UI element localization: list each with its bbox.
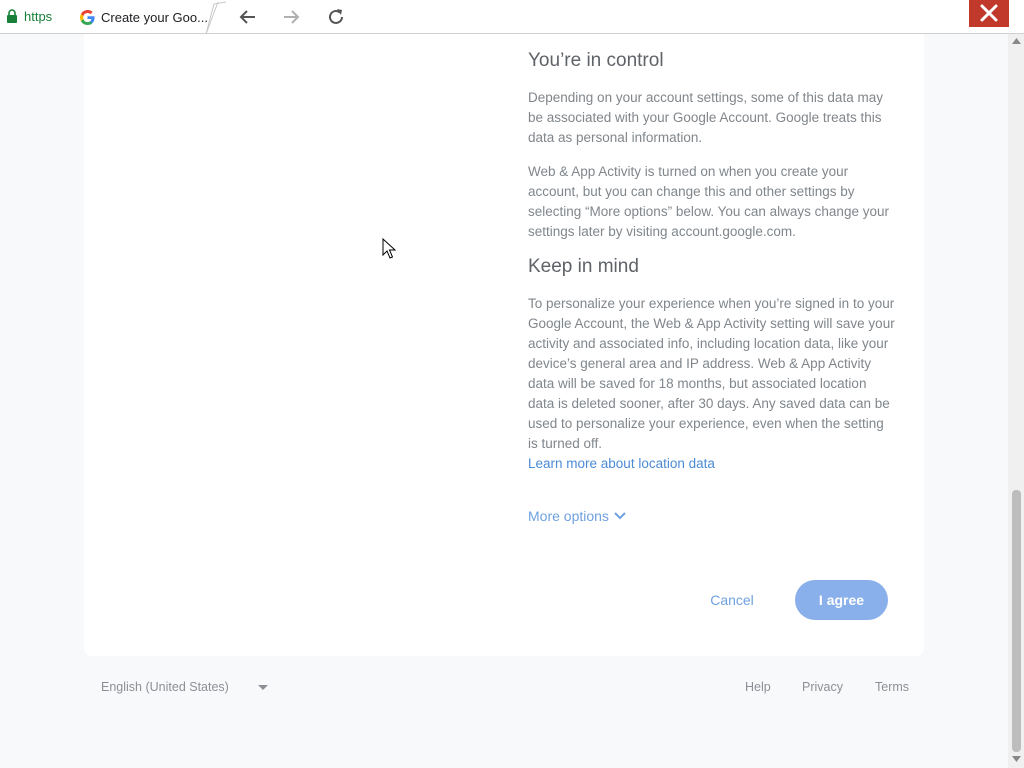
close-window-button[interactable] [969,0,1009,27]
dropdown-caret-icon[interactable] [258,685,268,691]
scroll-up-arrow-icon[interactable] [1012,38,1021,44]
close-icon [980,4,998,22]
reload-icon[interactable] [325,6,347,28]
control-paragraph-1: Depending on your account settings, some… [528,90,883,145]
footer-privacy-link[interactable]: Privacy [802,680,843,694]
more-options-toggle[interactable]: More options [528,506,627,526]
more-options-label: More options [528,508,609,524]
cancel-button[interactable]: Cancel [698,586,766,614]
browser-toolbar: https Create your Goo... [0,0,1024,34]
mouse-cursor-icon [382,238,397,259]
section-heading-control: You’re in control [528,50,664,71]
lock-icon [7,9,17,23]
keep-in-mind-paragraph: To personalize your experience when you’… [528,296,895,451]
tab-title: Create your Goo... [101,10,208,25]
control-paragraph-2: Web & App Activity is turned on when you… [528,164,889,239]
footer-help-link[interactable]: Help [745,680,771,694]
vertical-scrollbar[interactable] [1008,34,1024,768]
agree-button[interactable]: I agree [795,580,888,620]
scroll-down-arrow-icon[interactable] [1012,756,1021,762]
footer-terms-link[interactable]: Terms [875,680,909,694]
url-protocol[interactable]: https [24,9,52,24]
scroll-thumb[interactable] [1012,490,1021,752]
chevron-down-icon [614,512,626,520]
back-arrow-icon[interactable] [237,6,259,28]
learn-more-location-link[interactable]: Learn more about location data [528,456,715,471]
browser-tab[interactable]: Create your Goo... [66,0,226,34]
language-selector[interactable]: English (United States) [101,680,229,694]
section-heading-keep-in-mind: Keep in mind [528,256,639,277]
forward-arrow-icon[interactable] [280,6,302,28]
google-g-icon [80,10,95,25]
